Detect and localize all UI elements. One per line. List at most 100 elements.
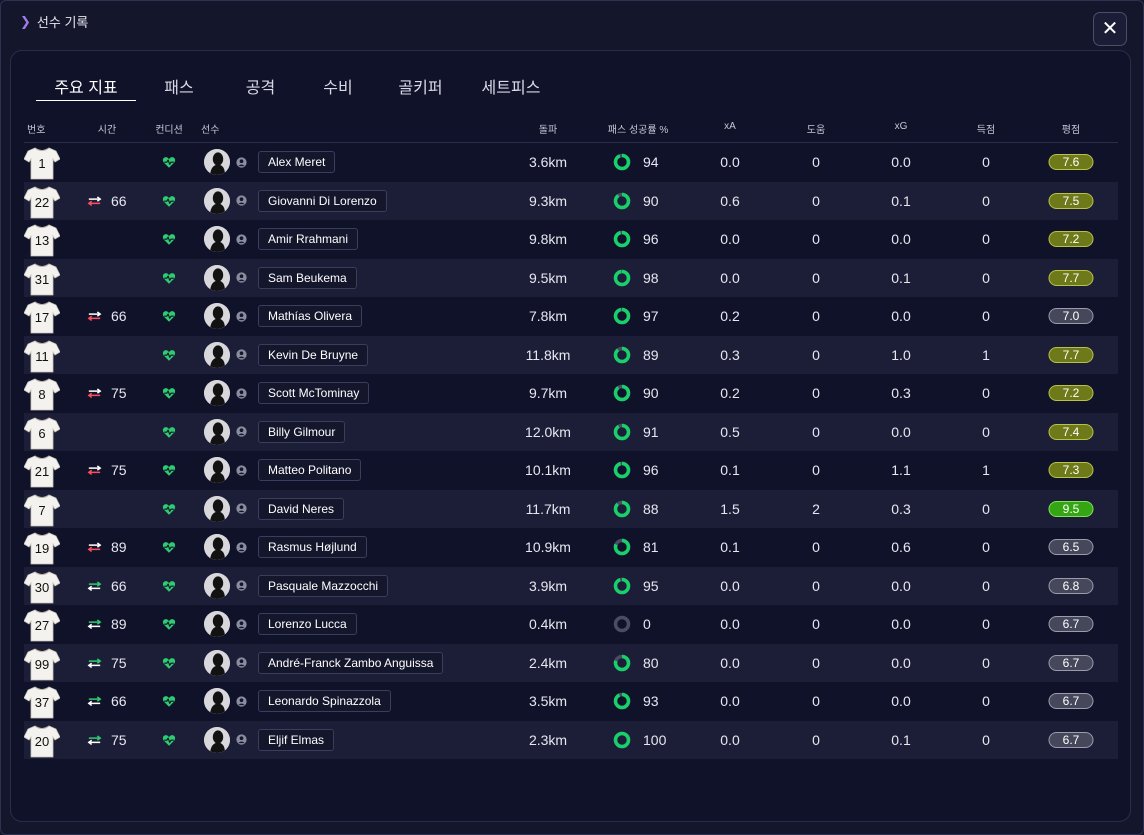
xa-value: 0.1 bbox=[720, 539, 740, 556]
col-time[interactable]: 시간 bbox=[98, 121, 116, 136]
heart-icon bbox=[162, 220, 176, 259]
avatar[interactable] bbox=[204, 418, 230, 445]
avatar[interactable] bbox=[204, 572, 230, 599]
jersey-number: 37 bbox=[34, 695, 50, 710]
player-name-button[interactable]: Matteo Politano bbox=[258, 459, 362, 482]
distance-value: 12.0km bbox=[525, 423, 571, 440]
sub-on-icon bbox=[86, 693, 111, 709]
table-row[interactable]: 6 Billy Gilmour 12.0km 91 0.5 0 0.0 0 7.4 bbox=[24, 412, 1118, 451]
col-assists[interactable]: 도움 bbox=[807, 121, 825, 136]
tab-key-stats[interactable]: 주요 지표 bbox=[36, 78, 136, 102]
col-rating[interactable]: 평점 bbox=[1062, 121, 1080, 136]
avatar[interactable] bbox=[204, 688, 230, 715]
player-name-button[interactable]: Leonardo Spinazzola bbox=[258, 690, 391, 713]
table-row[interactable]: 13 Amir Rrahmani 9.8km 96 0.0 0 0.0 0 7.2 bbox=[24, 220, 1118, 259]
avatar[interactable] bbox=[204, 149, 230, 176]
player-name-button[interactable]: Kevin De Bruyne bbox=[258, 343, 369, 366]
player-name-button[interactable]: Mathías Olivera bbox=[258, 305, 363, 328]
avatar[interactable] bbox=[204, 611, 230, 638]
player-name-button[interactable]: Scott McTominay bbox=[258, 382, 370, 405]
col-number[interactable]: 번호 bbox=[27, 121, 45, 136]
avatar[interactable] bbox=[204, 341, 230, 368]
table-row[interactable]: 1 Alex Meret 3.6km 94 0.0 0 0.0 0 7.6 bbox=[24, 143, 1118, 182]
table-row[interactable]: 99 75 André-Franck Zambo Anguissa 2.4km 80 0.… bbox=[24, 643, 1118, 682]
tab-defense[interactable]: 수비 bbox=[299, 78, 377, 102]
heart-icon bbox=[162, 336, 176, 375]
breadcrumb[interactable]: ❯ 선수 기록 bbox=[20, 12, 88, 31]
player-name-button[interactable]: Eljif Elmas bbox=[258, 728, 335, 751]
table-row[interactable]: 31 Sam Beukema 9.5km 98 0.0 0 0.1 0 7.7 bbox=[24, 258, 1118, 297]
player-name-button[interactable]: Rasmus Højlund bbox=[258, 536, 367, 559]
person-icon bbox=[230, 734, 247, 745]
tab-attack[interactable]: 공격 bbox=[222, 78, 299, 102]
avatar[interactable] bbox=[204, 649, 230, 676]
col-goals[interactable]: 득점 bbox=[977, 121, 995, 136]
avatar[interactable] bbox=[204, 303, 230, 330]
time-cell: 66 bbox=[86, 567, 127, 606]
tab-set-pieces[interactable]: 세트피스 bbox=[464, 78, 558, 102]
pass-pct-value: 81 bbox=[643, 539, 659, 556]
avatar[interactable] bbox=[204, 226, 230, 253]
tab-passing[interactable]: 패스 bbox=[136, 78, 222, 102]
table-row[interactable]: 21 75 Matteo Politano 10.1km 96 0.1 0 1.1 1 7.3 bbox=[24, 451, 1118, 490]
col-distance[interactable]: 돌파 bbox=[539, 121, 557, 136]
person-icon bbox=[230, 542, 247, 553]
col-xa[interactable]: xA bbox=[724, 121, 736, 132]
table-row[interactable]: 20 75 Eljif Elmas 2.3km 100 0.0 0 0.1 0 6.7 bbox=[24, 720, 1118, 759]
player-name-button[interactable]: Amir Rrahmani bbox=[258, 228, 359, 251]
player-name-button[interactable]: Giovanni Di Lorenzo bbox=[258, 189, 387, 212]
person-icon bbox=[230, 234, 247, 245]
avatar[interactable] bbox=[204, 380, 230, 407]
table-row[interactable]: 7 David Neres 11.7km 88 1.5 2 0.3 0 9.5 bbox=[24, 489, 1118, 528]
pass-pct-donut bbox=[613, 500, 643, 518]
avatar[interactable] bbox=[204, 534, 230, 561]
pass-pct-cell: 96 bbox=[613, 451, 659, 490]
goals-value: 0 bbox=[982, 693, 990, 710]
col-player[interactable]: 선수 bbox=[201, 121, 219, 136]
avatar[interactable] bbox=[204, 495, 230, 522]
table-row[interactable]: 30 66 Pasquale Mazzocchi 3.9km 95 0.0 0 0.0 0 6.8 bbox=[24, 566, 1118, 606]
avatar[interactable] bbox=[204, 187, 230, 214]
pass-pct-value: 80 bbox=[643, 654, 659, 671]
player-name-button[interactable]: David Neres bbox=[258, 497, 345, 520]
player-name-button[interactable]: Alex Meret bbox=[258, 151, 336, 174]
player-name-button[interactable]: André-Franck Zambo Anguissa bbox=[258, 651, 444, 674]
distance-value: 11.8km bbox=[525, 346, 571, 363]
assists-value: 0 bbox=[812, 385, 820, 402]
player-stats-table: 번호 시간 컨디션 선수 돌파 패스 성공률 % xA 도움 xG 득점 평점 … bbox=[24, 115, 1118, 759]
person-icon bbox=[230, 503, 247, 514]
player-name-button[interactable]: Lorenzo Lucca bbox=[258, 613, 357, 636]
jersey-number: 6 bbox=[38, 425, 46, 441]
jersey-icon: 17 bbox=[24, 300, 60, 334]
player-name-button[interactable]: Billy Gilmour bbox=[258, 420, 346, 443]
jersey-icon: 19 bbox=[24, 531, 60, 565]
player-cell: Scott McTominay bbox=[204, 374, 370, 413]
heart-icon bbox=[162, 374, 176, 413]
tab-goalkeeper[interactable]: 골키퍼 bbox=[377, 78, 464, 102]
minutes-value: 66 bbox=[111, 693, 127, 710]
table-row[interactable]: 22 66 Giovanni Di Lorenzo 9.3km 90 0.6 0 0.1 0 7.… bbox=[24, 181, 1118, 220]
rating-cell: 6.7 bbox=[1048, 682, 1094, 721]
col-xg[interactable]: xG bbox=[895, 121, 908, 132]
sub-on-icon bbox=[86, 732, 111, 748]
table-row[interactable]: 27 89 Lorenzo Lucca 0.4km 0 0.0 0 0.0 0 6.7 bbox=[24, 605, 1118, 644]
table-row[interactable]: 19 89 Rasmus Højlund 10.9km 81 0.1 0 0.6 0 6.5 bbox=[24, 528, 1118, 567]
table-row[interactable]: 11 Kevin De Bruyne 11.8km 89 0.3 0 1.0 1 7.7 bbox=[24, 335, 1118, 375]
avatar[interactable] bbox=[204, 264, 230, 291]
pass-pct-donut bbox=[613, 384, 643, 402]
assists-value: 0 bbox=[812, 731, 820, 748]
player-name-button[interactable]: Pasquale Mazzocchi bbox=[258, 574, 389, 597]
time-cell: 89 bbox=[86, 605, 127, 644]
avatar[interactable] bbox=[204, 457, 230, 484]
close-button[interactable]: ✕ bbox=[1093, 12, 1127, 46]
col-condition[interactable]: 컨디션 bbox=[155, 121, 183, 136]
col-pass-pct[interactable]: 패스 성공률 % bbox=[608, 121, 668, 136]
sub-off-icon bbox=[86, 385, 111, 401]
table-row[interactable]: 37 66 Leonardo Spinazzola 3.5km 93 0.0 0 0.0 0 6.… bbox=[24, 682, 1118, 721]
person-icon bbox=[230, 157, 247, 168]
avatar[interactable] bbox=[204, 726, 230, 753]
sub-off-icon bbox=[86, 193, 111, 209]
player-name-button[interactable]: Sam Beukema bbox=[258, 266, 357, 289]
table-row[interactable]: 8 75 Scott McTominay 9.7km 90 0.2 0 0.3 0 7.2 bbox=[24, 374, 1118, 413]
table-row[interactable]: 17 66 Mathías Olivera 7.8km 97 0.2 0 0.0 0 7.0 bbox=[24, 297, 1118, 336]
